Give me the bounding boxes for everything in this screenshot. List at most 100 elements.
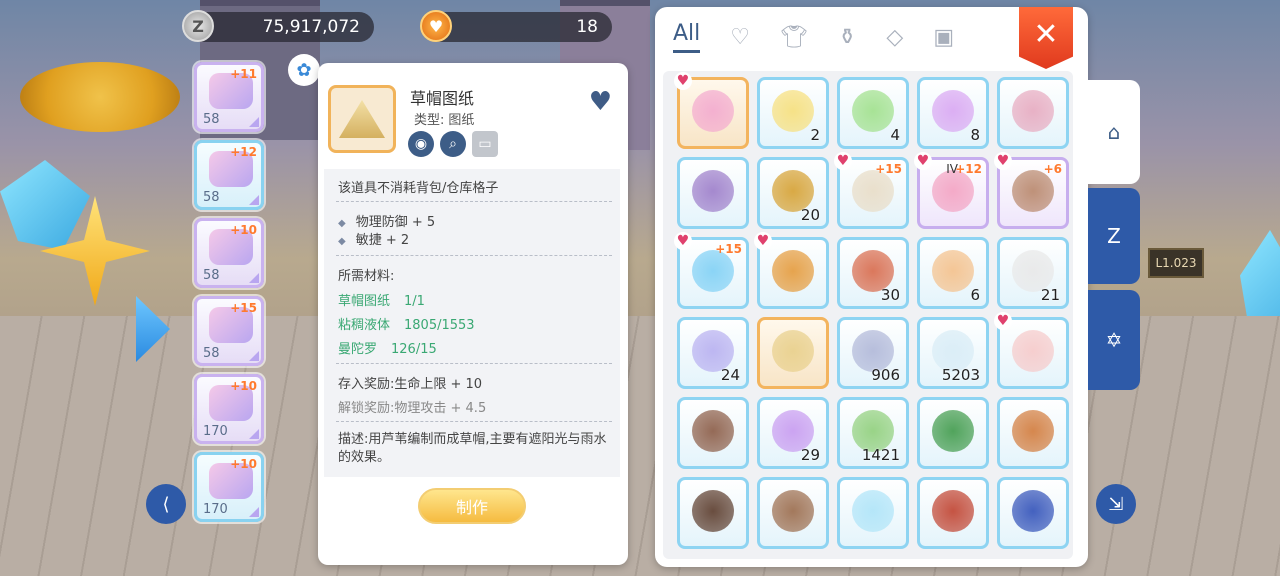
unlock-reward: 解锁奖励:物理攻击 + 4.5 [338, 401, 487, 416]
movement-joystick[interactable] [40, 196, 150, 306]
equipment-slot[interactable]: +10 58 [194, 218, 264, 288]
tab-backpack[interactable]: ⌂ [1088, 80, 1140, 184]
tab-equipment[interactable]: 👕︎ [780, 25, 808, 50]
inventory-item[interactable]: 4 [837, 77, 909, 149]
inventory-item[interactable]: 30 [837, 237, 909, 309]
inventory-item[interactable] [997, 77, 1069, 149]
tab-cards[interactable]: ▣ [933, 25, 954, 50]
inbox-button[interactable]: ▭ [472, 131, 498, 157]
card-icon: ▣ [933, 24, 955, 50]
money-bag-icon: Z [1107, 224, 1121, 248]
inventory-item[interactable]: 1421 [837, 397, 909, 469]
inventory-item[interactable]: ♥ [994, 312, 1069, 389]
inventory-item[interactable]: 2 [757, 77, 829, 149]
item-count: 8 [970, 126, 980, 144]
item-art [1012, 410, 1054, 452]
item-detail-panel: 草帽图纸 类型: 图纸 ♥ ◉ ⌕ ▭ 该道具不消耗背包/仓库格子 ◆ 物理防御 +… [318, 63, 628, 565]
close-icon: ✕ [1033, 16, 1059, 52]
inventory-item[interactable]: 29 [757, 397, 829, 469]
stat-text: 敏捷 + 2 [355, 233, 410, 248]
inventory-item[interactable]: 21 [997, 237, 1069, 309]
equipment-slot[interactable]: +11 58 [194, 62, 264, 132]
zeny-icon: Z [182, 10, 214, 42]
close-button[interactable]: ✕ [1019, 7, 1073, 69]
item-count: 1421 [861, 446, 900, 464]
equipment-slot[interactable]: +10 170 [194, 374, 264, 444]
giant-flower [20, 62, 180, 132]
favorite-heart-icon: ♥ [754, 232, 772, 250]
equipment-slot[interactable]: +10 170 [194, 452, 264, 522]
inventory-item[interactable] [997, 397, 1069, 469]
item-count: 5203 [941, 366, 980, 384]
share-button[interactable]: ⟨ [146, 484, 186, 524]
divider [336, 255, 612, 256]
exit-button[interactable]: ⇲ [1096, 484, 1136, 524]
inventory-item[interactable]: ♥ +15 [674, 232, 749, 309]
inventory-item[interactable] [757, 317, 829, 389]
inventory-item[interactable]: 8 [917, 77, 989, 149]
shirt-icon: 👕︎ [780, 24, 808, 50]
inventory-item[interactable] [677, 157, 749, 229]
star-joystick-icon [40, 196, 150, 306]
stat-line-2: ◆ 敏捷 + 2 [338, 229, 409, 248]
search-document-icon: ⌕ [449, 136, 457, 152]
inventory-item[interactable]: 906 [837, 317, 909, 389]
tab-favorites[interactable]: ♡ [730, 25, 750, 50]
inventory-item[interactable]: ♥ +12 IV [914, 152, 989, 229]
inventory-item[interactable] [997, 477, 1069, 549]
favorite-heart-icon: ♥ [834, 152, 852, 170]
inventory-item[interactable]: 20 [757, 157, 829, 229]
share-icon: ⟨ [162, 493, 170, 515]
refine-level: +15 [230, 301, 257, 315]
inventory-item[interactable]: ♥ +6 [994, 152, 1069, 229]
tab-magic-circle[interactable]: ✡ [1088, 290, 1140, 390]
inventory-item[interactable]: 6 [917, 237, 989, 309]
inventory-item[interactable]: ♥ [674, 72, 749, 149]
heart-currency-amount: 18 [576, 17, 598, 37]
item-count: 29 [800, 446, 820, 464]
item-art [932, 490, 974, 532]
material-count: 126/15 [391, 342, 437, 357]
slot-corner-icon [249, 351, 259, 361]
search-detail-button[interactable]: ⌕ [440, 131, 466, 157]
inventory-item[interactable]: ♥ +15 [834, 152, 909, 229]
equipment-slot[interactable]: +15 58 [194, 296, 264, 366]
item-art [1012, 330, 1054, 372]
slot-corner-icon [249, 117, 259, 127]
item-art [772, 490, 814, 532]
zeny-bar: 75,917,072 [186, 12, 374, 42]
tab-gems[interactable]: ◇ [886, 25, 903, 50]
item-rank: IV [946, 162, 958, 176]
material-row: 草帽图纸 1/1 [338, 290, 425, 309]
inventory-item[interactable] [757, 477, 829, 549]
material-count: 1/1 [404, 294, 425, 309]
item-refine: +12 [955, 162, 982, 176]
inventory-item[interactable] [677, 397, 749, 469]
equipment-slot[interactable]: +12 58 [194, 140, 264, 210]
item-type: 类型: 图纸 [410, 109, 474, 128]
item-art [852, 170, 894, 212]
item-art [772, 250, 814, 292]
item-art [852, 490, 894, 532]
inventory-item[interactable] [677, 477, 749, 549]
item-art [692, 170, 734, 212]
refine-level: +11 [230, 67, 257, 81]
inventory-item[interactable] [917, 477, 989, 549]
tab-money-bag[interactable]: Z [1088, 188, 1140, 284]
inventory-item[interactable] [917, 397, 989, 469]
paw-button[interactable]: ✿ [288, 54, 320, 86]
craft-button[interactable]: 制作 [418, 488, 526, 524]
diamond-bullet-icon: ◆ [338, 236, 346, 247]
straw-hat-icon [339, 100, 385, 138]
inventory-item[interactable]: ♥ [754, 232, 829, 309]
favorite-heart-icon[interactable]: ♥ [589, 87, 612, 117]
equipment-list: +11 58 +12 58 +10 58 +15 58 +10 170 +10 170 [194, 62, 266, 530]
preview-eye-button[interactable]: ◉ [408, 131, 434, 157]
materials-title: 所需材料: [338, 269, 395, 284]
inventory-item[interactable]: 24 [677, 317, 749, 389]
inventory-item[interactable] [837, 477, 909, 549]
tab-all[interactable]: All [673, 21, 701, 53]
tab-consumables[interactable]: ⚱ [838, 25, 856, 50]
inventory-item[interactable]: 5203 [917, 317, 989, 389]
item-count: 2 [810, 126, 820, 144]
